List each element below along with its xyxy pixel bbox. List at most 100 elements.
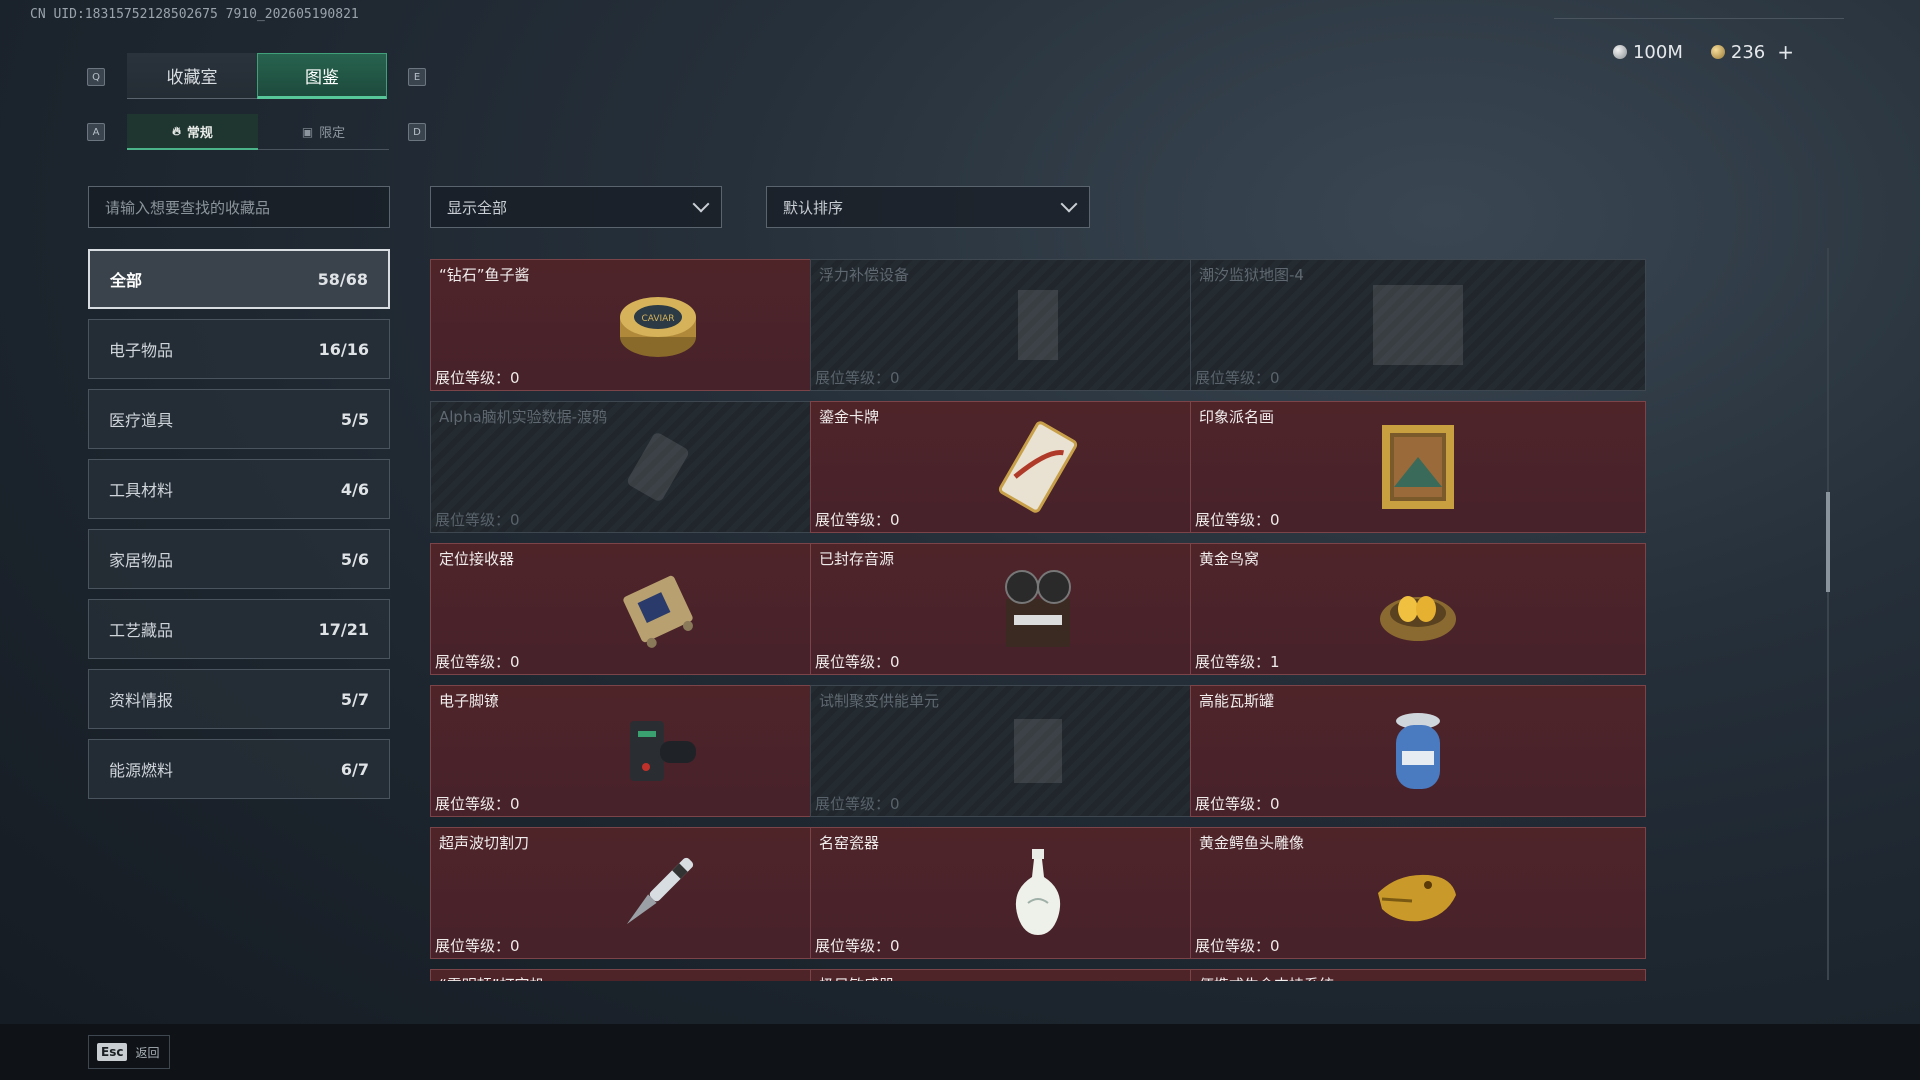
booth-level-label: 展位等级： (435, 795, 511, 813)
tab-catalog[interactable]: 图鉴 (257, 53, 387, 99)
porcelain-vase-icon (988, 843, 1088, 943)
category-tools[interactable]: 工具材料 4/6 (88, 459, 390, 519)
fusion-cell-icon (988, 701, 1088, 801)
reel-recorder-icon (988, 559, 1088, 659)
category-label: 资料情报 (109, 691, 174, 710)
booth-level-value: 0 (1270, 937, 1280, 955)
category-electronics[interactable]: 电子物品 16/16 (88, 319, 390, 379)
collectible-card[interactable]: 黄金鳄鱼头雕像展位等级：0 (1190, 827, 1646, 959)
booth-level-label: 展位等级： (815, 369, 891, 387)
display-filter-value: 显示全部 (447, 198, 508, 217)
top-divider (1554, 18, 1844, 19)
booth-level: 展位等级：0 (435, 367, 520, 388)
collectible-card[interactable]: 高能瓦斯罐展位等级：0 (1190, 685, 1646, 817)
scrollbar-track[interactable] (1827, 248, 1829, 980)
booth-level: 展位等级：0 (815, 935, 900, 956)
booth-level-label: 展位等级： (435, 937, 511, 955)
framed-painting-icon (1368, 417, 1468, 517)
booth-level-value: 0 (510, 937, 520, 955)
booth-level-label: 展位等级： (1195, 369, 1271, 387)
sort-dropdown[interactable]: 默认排序 (766, 186, 1090, 228)
category-all[interactable]: 全部 58/68 (88, 249, 390, 309)
tab-collection-room[interactable]: 收藏室 (127, 53, 257, 99)
display-filter-dropdown[interactable]: 显示全部 (430, 186, 722, 228)
add-currency-button[interactable]: + (1777, 40, 1794, 64)
gas-canister-icon (1368, 701, 1468, 801)
booth-level: 展位等级：0 (1195, 793, 1280, 814)
category-count: 16/16 (318, 339, 369, 359)
key-hint-prev-sub: A (87, 123, 105, 141)
category-label: 工具材料 (109, 481, 174, 500)
currency-bar: 100M 236 + (1612, 40, 1794, 64)
booth-level-value: 0 (890, 795, 900, 813)
booth-level-value: 0 (510, 369, 520, 387)
back-label: 返回 (135, 1045, 160, 1060)
map-icon (1368, 275, 1468, 375)
silver-amount: 100M (1632, 41, 1683, 63)
collectible-card[interactable]: 潮汐监狱地图-4 展位等级：0 (1190, 259, 1646, 391)
bottom-bar (0, 1024, 1920, 1080)
booth-level-label: 展位等级： (435, 369, 511, 387)
subtab-limited-label: 限定 (319, 126, 346, 141)
item-name: 潮汐监狱地图-4 (1199, 266, 1304, 284)
booth-level: 展位等级：0 (815, 651, 900, 672)
category-count: 58/68 (317, 269, 368, 289)
item-name: 名窑瓷器 (819, 834, 880, 852)
booth-level: 展位等级：0 (815, 367, 900, 388)
booth-level-value: 0 (510, 795, 520, 813)
category-label: 电子物品 (109, 341, 174, 360)
main-tabs: 收藏室 图鉴 (127, 53, 387, 99)
category-label: 工艺藏品 (109, 621, 174, 640)
category-intel[interactable]: 资料情报 5/7 (88, 669, 390, 729)
chevron-down-icon (1060, 195, 1078, 213)
booth-level: 展位等级：0 (435, 651, 520, 672)
collectible-card[interactable]: 印象派名画 展位等级：0 (1190, 401, 1646, 533)
category-list: 全部 58/68 电子物品 16/16 医疗道具 5/5 工具材料 4/6 家居… (88, 249, 390, 809)
booth-level-label: 展位等级： (1195, 511, 1271, 529)
booth-level-value: 0 (890, 653, 900, 671)
sub-tabs: 🔥︎ 常规 ▣ 限定 (127, 114, 389, 150)
category-medical[interactable]: 医疗道具 5/5 (88, 389, 390, 449)
item-name: 浮力补偿设备 (819, 266, 910, 284)
booth-level-value: 0 (510, 511, 520, 529)
scrollbar-thumb[interactable] (1826, 492, 1830, 592)
booth-level-value: 0 (890, 937, 900, 955)
booth-level: 展位等级：0 (435, 509, 520, 530)
category-count: 4/6 (340, 479, 369, 499)
gold-amount: 236 (1730, 41, 1766, 63)
category-energy[interactable]: 能源燃料 6/7 (88, 739, 390, 799)
item-name: 定位接收器 (439, 550, 515, 568)
category-household[interactable]: 家居物品 5/6 (88, 529, 390, 589)
collectible-card[interactable]: 便携式生命支持系统 (1190, 969, 1646, 981)
subtab-limited[interactable]: ▣ 限定 (258, 114, 389, 150)
item-name: 超声波切割刀 (439, 834, 530, 852)
item-name: 高能瓦斯罐 (1199, 692, 1275, 710)
booth-level-label: 展位等级： (435, 511, 511, 529)
booth-level: 展位等级：0 (815, 793, 900, 814)
item-name: 试制聚变供能单元 (819, 692, 940, 710)
category-count: 6/7 (340, 759, 369, 779)
collectible-grid: CAVIAR “钻石”鱼子酱 展位等级：0 浮力补偿设备 展位等级：0 潮汐监狱地图-4 展… (430, 259, 1820, 981)
booth-level: 展位等级：0 (1195, 509, 1280, 530)
booth-level: 展位等级：0 (815, 509, 900, 530)
item-name: 便携式生命支持系统 (1199, 974, 1334, 981)
item-name: “钻石”鱼子酱 (439, 266, 530, 284)
ankle-monitor-icon (608, 701, 708, 801)
booth-level-value: 1 (1270, 653, 1280, 671)
booth-level-label: 展位等级： (815, 511, 891, 529)
item-name: 黄金鳄鱼头雕像 (1199, 834, 1305, 852)
back-button[interactable]: Esc 返回 (88, 1035, 170, 1069)
booth-level: 展位等级：0 (1195, 935, 1280, 956)
key-hint-next-main: E (408, 68, 426, 86)
category-count: 5/6 (340, 549, 369, 569)
gold-coin-icon (1710, 45, 1725, 59)
subtab-regular[interactable]: 🔥︎ 常规 (127, 114, 258, 150)
svg-text:CAVIAR: CAVIAR (641, 314, 674, 324)
booth-level-value: 0 (1270, 511, 1280, 529)
search-input[interactable]: 请输入想要查找的收藏品 (88, 186, 390, 228)
category-crafts[interactable]: 工艺藏品 17/21 (88, 599, 390, 659)
item-name: Alpha脑机实验数据-渡鸦 (439, 408, 608, 426)
booth-level: 展位等级：1 (1195, 651, 1280, 672)
collectible-card[interactable]: 黄金鸟窝 展位等级：1 (1190, 543, 1646, 675)
booth-level-label: 展位等级： (1195, 937, 1271, 955)
